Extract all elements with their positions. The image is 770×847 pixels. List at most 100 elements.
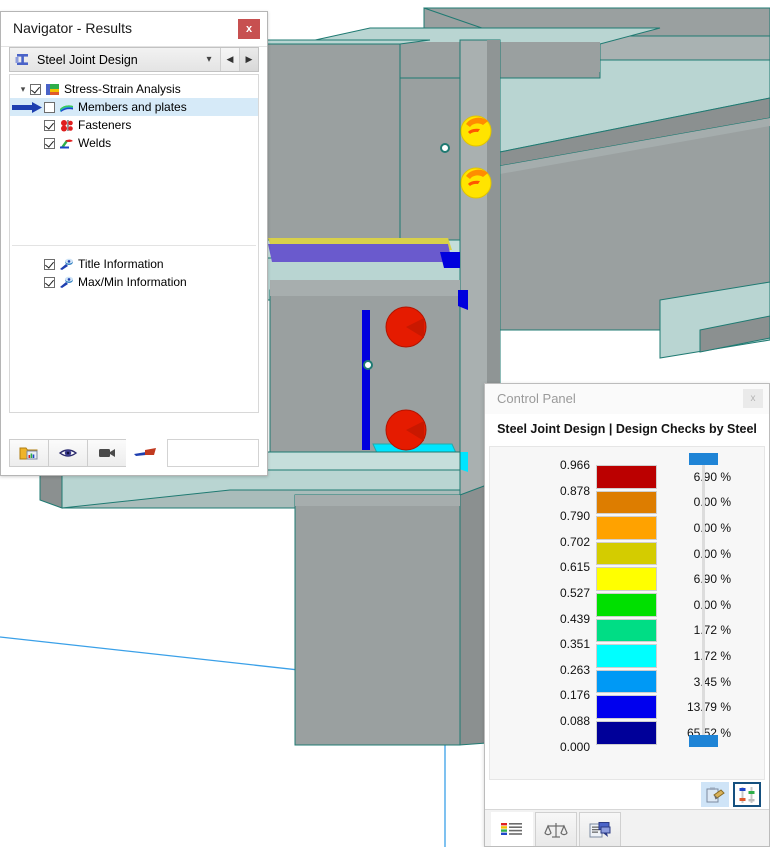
results-type-combobox[interactable]: Steel Joint Design ▾ ◀ ▶	[9, 47, 259, 72]
arrow-tool-button[interactable]	[126, 439, 166, 467]
tree-item-welds[interactable]: Welds	[10, 134, 258, 152]
eye-icon	[58, 449, 78, 457]
control-panel-tabs	[485, 809, 769, 846]
stress-strain-icon	[45, 83, 60, 96]
tree-item-stress-strain-analysis[interactable]: ▾ Stress-Strain Analysis	[10, 80, 258, 98]
triangle-right-icon[interactable]: ▶	[239, 48, 258, 71]
color-legend: 0.966 0.878 0.790 0.702 0.615 0.527 0.439 0.351…	[489, 446, 765, 780]
control-panel-title: Control Panel	[497, 391, 576, 406]
tree-item-fasteners[interactable]: Fasteners	[10, 116, 258, 134]
close-icon[interactable]: x	[238, 19, 260, 39]
navigator-title: Navigator - Results	[13, 20, 133, 36]
legend-percent: 6.90 %	[693, 572, 731, 587]
control-panel: Control Panel x Steel Joint Design | Des…	[484, 383, 770, 847]
maxmin-info-icon	[59, 276, 74, 289]
tab-display-properties[interactable]	[579, 812, 621, 846]
lower-column	[294, 479, 501, 746]
legend-value: 0.439	[559, 611, 590, 626]
bolt-red-lower	[385, 409, 427, 451]
legend-value: 0.966	[559, 458, 590, 472]
navigator-titlebar: Navigator - Results x	[1, 12, 267, 47]
tree-label-fasteners: Fasteners	[78, 118, 132, 132]
legend-color-swatch[interactable]	[596, 644, 657, 668]
tree-item-title-information[interactable]: Title Information	[10, 255, 164, 273]
legend-value: 0.615	[559, 560, 590, 575]
legend-percent: 1.72 %	[693, 623, 731, 638]
value-range-slider[interactable]	[702, 459, 705, 741]
connection-plate	[269, 280, 468, 471]
tree-item-maxmin-information[interactable]: Max/Min Information	[10, 273, 187, 291]
close-icon[interactable]: x	[743, 389, 763, 408]
control-panel-subtitle: Steel Joint Design | Design Checks by St…	[485, 414, 769, 466]
display-properties-icon	[589, 821, 611, 837]
results-tree[interactable]: ▾ Stress-Strain Analysis Members and pla…	[9, 74, 259, 413]
visibility-button[interactable]	[48, 439, 88, 467]
legend-percent: 0.00 %	[693, 521, 731, 535]
legend-percent: 3.45 %	[693, 674, 731, 689]
legend-value: 0.088	[559, 714, 590, 728]
tree-item-members-and-plates[interactable]: Members and plates	[10, 98, 258, 116]
chevron-down-icon[interactable]: ▾	[16, 84, 30, 95]
legend-percent: 6.90 %	[693, 469, 731, 484]
legend-color-swatch[interactable]	[596, 721, 657, 745]
legend-color-swatch[interactable]	[596, 618, 657, 643]
open-results-button[interactable]	[9, 439, 49, 467]
range-sliders-icon[interactable]	[733, 782, 761, 807]
max-handle[interactable]	[689, 453, 718, 465]
legend-value: 0.790	[559, 509, 590, 524]
legend-value: 0.878	[559, 483, 590, 498]
color-scale-icon	[501, 822, 522, 835]
checkbox-maxmin-information[interactable]	[44, 276, 55, 288]
tree-separator	[12, 245, 256, 246]
control-panel-icon-buttons	[701, 782, 761, 807]
legend-value: 0.176	[559, 688, 590, 703]
legend-percent: 13.79 %	[686, 700, 731, 715]
arrow-marker-icon	[134, 448, 156, 456]
node-marker	[363, 360, 373, 370]
results-type-label: Steel Joint Design	[37, 52, 138, 67]
balance-scale-icon	[544, 822, 568, 838]
steel-beam-icon	[14, 52, 32, 68]
legend-color-swatch[interactable]	[596, 490, 657, 515]
legend-value: 0.527	[559, 586, 590, 600]
title-info-icon	[59, 258, 74, 271]
palette-edit-icon[interactable]	[701, 782, 729, 807]
legend-color-swatch[interactable]	[596, 695, 657, 719]
tree-label-members-and-plates: Members and plates	[78, 100, 187, 114]
triangle-left-icon[interactable]: ◀	[220, 48, 239, 71]
legend-value: 0.000	[559, 739, 590, 754]
animation-button[interactable]	[87, 439, 127, 467]
members-plates-icon	[59, 101, 74, 114]
fasteners-icon	[59, 119, 74, 132]
weld-vertical-blue	[362, 310, 370, 450]
legend-value: 0.702	[559, 534, 590, 549]
legend-color-swatch[interactable]	[596, 669, 657, 694]
node-marker-upper	[440, 143, 450, 153]
checkbox-fasteners[interactable]	[44, 119, 55, 131]
legend-color-swatch[interactable]	[596, 516, 657, 540]
min-handle[interactable]	[689, 735, 718, 747]
welds-icon	[59, 137, 74, 150]
legend-color-swatch[interactable]	[596, 593, 657, 617]
video-camera-icon	[99, 449, 115, 457]
legend-color-swatch[interactable]	[596, 541, 657, 566]
legend-value: 0.351	[559, 637, 590, 652]
tree-label-welds: Welds	[78, 136, 112, 150]
legend-color-swatch[interactable]	[596, 567, 657, 591]
legend-percent: 0.00 %	[693, 546, 731, 561]
folder-results-icon	[19, 447, 38, 460]
checkbox-stress-strain-analysis[interactable]	[30, 83, 41, 95]
legend-value: 0.263	[559, 662, 590, 677]
checkbox-members-and-plates[interactable]	[44, 101, 55, 113]
navigator-panel: Navigator - Results x Steel Joint Design…	[0, 11, 268, 476]
legend-color-swatch[interactable]	[596, 465, 657, 489]
tab-factors[interactable]	[535, 812, 577, 846]
tab-color-scale[interactable]	[491, 812, 533, 846]
control-panel-titlebar: Control Panel x	[485, 384, 769, 415]
navigator-info-field[interactable]	[167, 439, 259, 467]
legend-percent: 0.00 %	[693, 495, 731, 510]
checkbox-welds[interactable]	[44, 137, 55, 149]
bolt-red-upper	[385, 306, 427, 348]
checkbox-title-information[interactable]	[44, 258, 55, 270]
chevron-down-icon[interactable]: ▾	[198, 48, 220, 71]
